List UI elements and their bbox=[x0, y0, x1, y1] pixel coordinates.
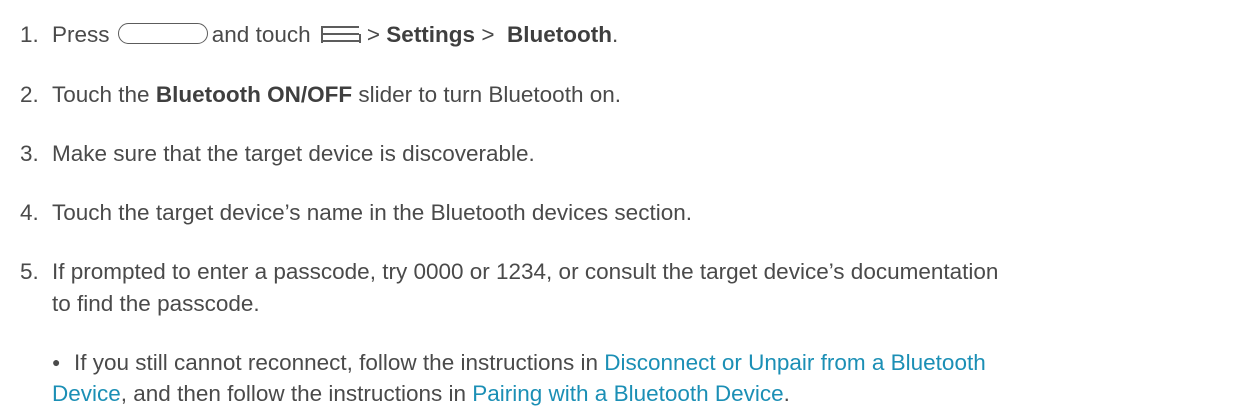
step-1-press: Press bbox=[52, 22, 110, 47]
step-2-before: Touch the bbox=[52, 82, 150, 107]
step-3: 3. Make sure that the target device is di… bbox=[20, 140, 535, 167]
step-1: 1. Press and touch > Settings > Bluetooth… bbox=[20, 21, 618, 48]
bullet-item-line-1: ● If you still cannot reconnect, follow t… bbox=[52, 349, 986, 376]
step-5-line-2: to find the passcode. bbox=[52, 291, 260, 316]
step-2-after: slider to turn Bluetooth on. bbox=[358, 82, 621, 107]
menu-icon bbox=[320, 26, 361, 43]
bullet-middle-text: , and then follow the instructions in bbox=[120, 381, 466, 406]
step-5-line-1: If prompted to enter a passcode, try 000… bbox=[52, 259, 999, 284]
settings-label: Settings bbox=[386, 22, 476, 47]
step-5-continuation: to find the passcode. bbox=[52, 290, 260, 317]
step-number: 5. bbox=[20, 259, 39, 284]
step-number: 1. bbox=[20, 22, 39, 47]
step-1-separator-1: > bbox=[366, 22, 381, 47]
step-1-separator-2: > bbox=[481, 22, 495, 47]
home-button-icon bbox=[117, 23, 208, 44]
step-3-text: Make sure that the target device is disc… bbox=[52, 141, 535, 166]
step-4-text: Touch the target device’s name in the Bl… bbox=[52, 200, 692, 225]
bullet-text: If you still cannot reconnect, follow th… bbox=[74, 350, 599, 375]
step-number: 2. bbox=[20, 82, 39, 107]
bullet-item-line-2: Device, and then follow the instructions… bbox=[52, 380, 790, 407]
step-4: 4. Touch the target device’s name in the … bbox=[20, 199, 692, 226]
instructions-page: 1. Press and touch > Settings > Bluetooth… bbox=[0, 0, 1241, 416]
step-1-and-touch: and touch bbox=[211, 22, 311, 47]
step-2: 2. Touch the Bluetooth ON/OFF slider to t… bbox=[20, 81, 621, 108]
step-number: 3. bbox=[20, 141, 39, 166]
disconnect-unpair-link[interactable]: Disconnect or Unpair from a Bluetooth bbox=[604, 350, 985, 375]
step-5: 5. If prompted to enter a passcode, try 0… bbox=[20, 258, 998, 285]
bluetooth-on-off-label: Bluetooth ON/OFF bbox=[155, 82, 353, 107]
bullet-end: . bbox=[783, 381, 790, 406]
bluetooth-label: Bluetooth bbox=[506, 22, 612, 47]
disconnect-unpair-link-continued[interactable]: Device bbox=[52, 381, 121, 406]
bullet-icon: ● bbox=[52, 354, 61, 370]
step-number: 4. bbox=[20, 200, 39, 225]
pairing-link[interactable]: Pairing with a Bluetooth Device bbox=[472, 381, 783, 406]
step-1-end: . bbox=[611, 22, 619, 47]
